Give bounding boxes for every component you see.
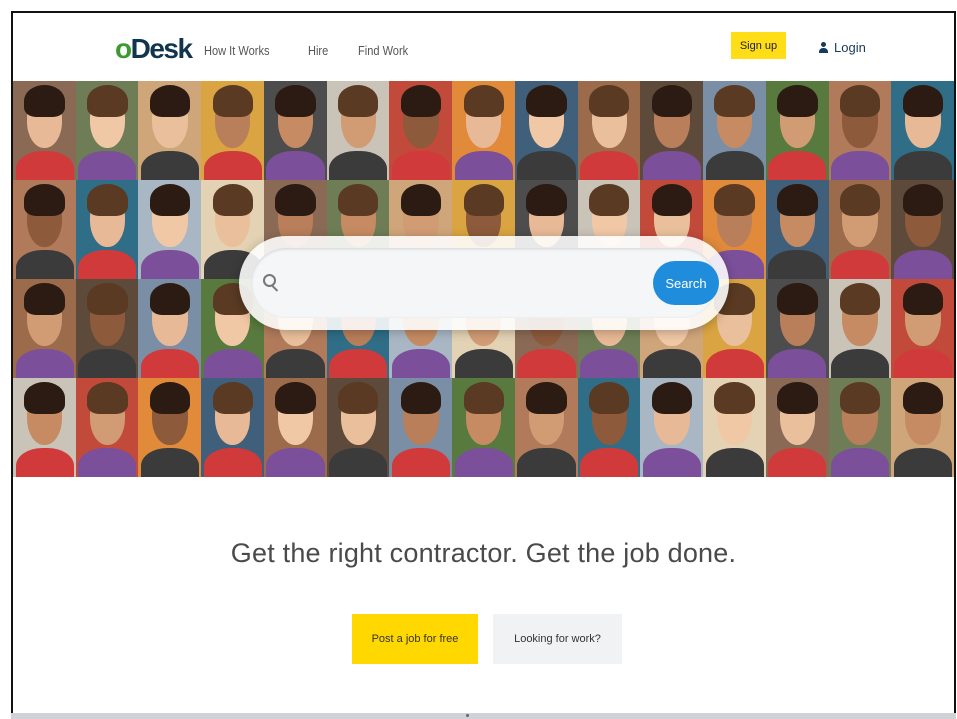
freelancer-photo [138, 378, 202, 477]
freelancer-photo [828, 378, 892, 477]
freelancer-photo [326, 378, 390, 477]
freelancer-photo [75, 81, 139, 181]
freelancer-photo [326, 81, 390, 181]
nav-find-work[interactable]: Find Work [358, 43, 408, 58]
freelancer-photo [452, 378, 516, 477]
user-icon [819, 42, 828, 53]
freelancer-photo [138, 279, 202, 379]
freelancer-photo [75, 378, 139, 477]
freelancer-photo [452, 81, 516, 181]
search-field-container: Search [251, 248, 719, 318]
freelancer-photo [828, 81, 892, 181]
nav-hire[interactable]: Hire [308, 43, 328, 58]
freelancer-photo [75, 279, 139, 379]
nav-how-it-works[interactable]: How It Works [204, 43, 270, 58]
freelancer-photo [765, 279, 830, 379]
freelancer-photo [891, 279, 954, 379]
login-label: Login [834, 40, 866, 55]
freelancer-photo [201, 81, 265, 181]
search-icon [263, 274, 276, 287]
top-navigation-bar: oDesk How It Works Hire Find Work Sign u… [13, 13, 954, 83]
freelancer-photo [138, 81, 202, 181]
freelancer-photo [828, 279, 892, 379]
freelancer-photo [891, 378, 954, 477]
freelancer-photo [13, 81, 77, 181]
freelancer-photo [138, 180, 202, 280]
freelancer-photo [13, 378, 77, 477]
freelancer-photo [514, 378, 579, 477]
freelancer-photo [765, 180, 830, 280]
freelancer-photo [765, 378, 830, 477]
freelancer-photo [13, 180, 77, 280]
signup-button[interactable]: Sign up [731, 32, 786, 59]
freelancer-photo [514, 81, 579, 181]
freelancer-photo [703, 81, 767, 181]
bottom-scroll-strip [11, 713, 956, 719]
search-bar: Search [239, 236, 729, 330]
freelancer-photo [640, 81, 704, 181]
freelancer-photo [13, 279, 77, 379]
freelancer-photo [891, 81, 954, 181]
freelancer-photo [201, 378, 265, 477]
freelancer-photo [75, 180, 139, 280]
search-button[interactable]: Search [653, 261, 719, 305]
freelancer-photo [640, 378, 704, 477]
post-job-button[interactable]: Post a job for free [352, 614, 478, 664]
freelancer-photo [263, 81, 328, 181]
freelancer-photo [263, 378, 328, 477]
freelancer-photo [765, 81, 830, 181]
scroll-indicator [466, 714, 469, 717]
freelancer-photo [891, 180, 954, 280]
freelancer-photo [577, 81, 641, 181]
freelancer-photo [389, 81, 453, 181]
freelancer-photo [703, 378, 767, 477]
freelancer-photo [577, 378, 641, 477]
odesk-logo[interactable]: oDesk [115, 33, 193, 65]
looking-for-work-button[interactable]: Looking for work? [493, 614, 622, 664]
page-frame: oDesk How It Works Hire Find Work Sign u… [11, 11, 956, 717]
freelancer-photo [828, 180, 892, 280]
search-input[interactable] [285, 272, 649, 296]
hero-tagline: Get the right contractor. Get the job do… [230, 538, 737, 568]
freelancer-photo [389, 378, 453, 477]
login-link[interactable]: Login [819, 40, 866, 55]
